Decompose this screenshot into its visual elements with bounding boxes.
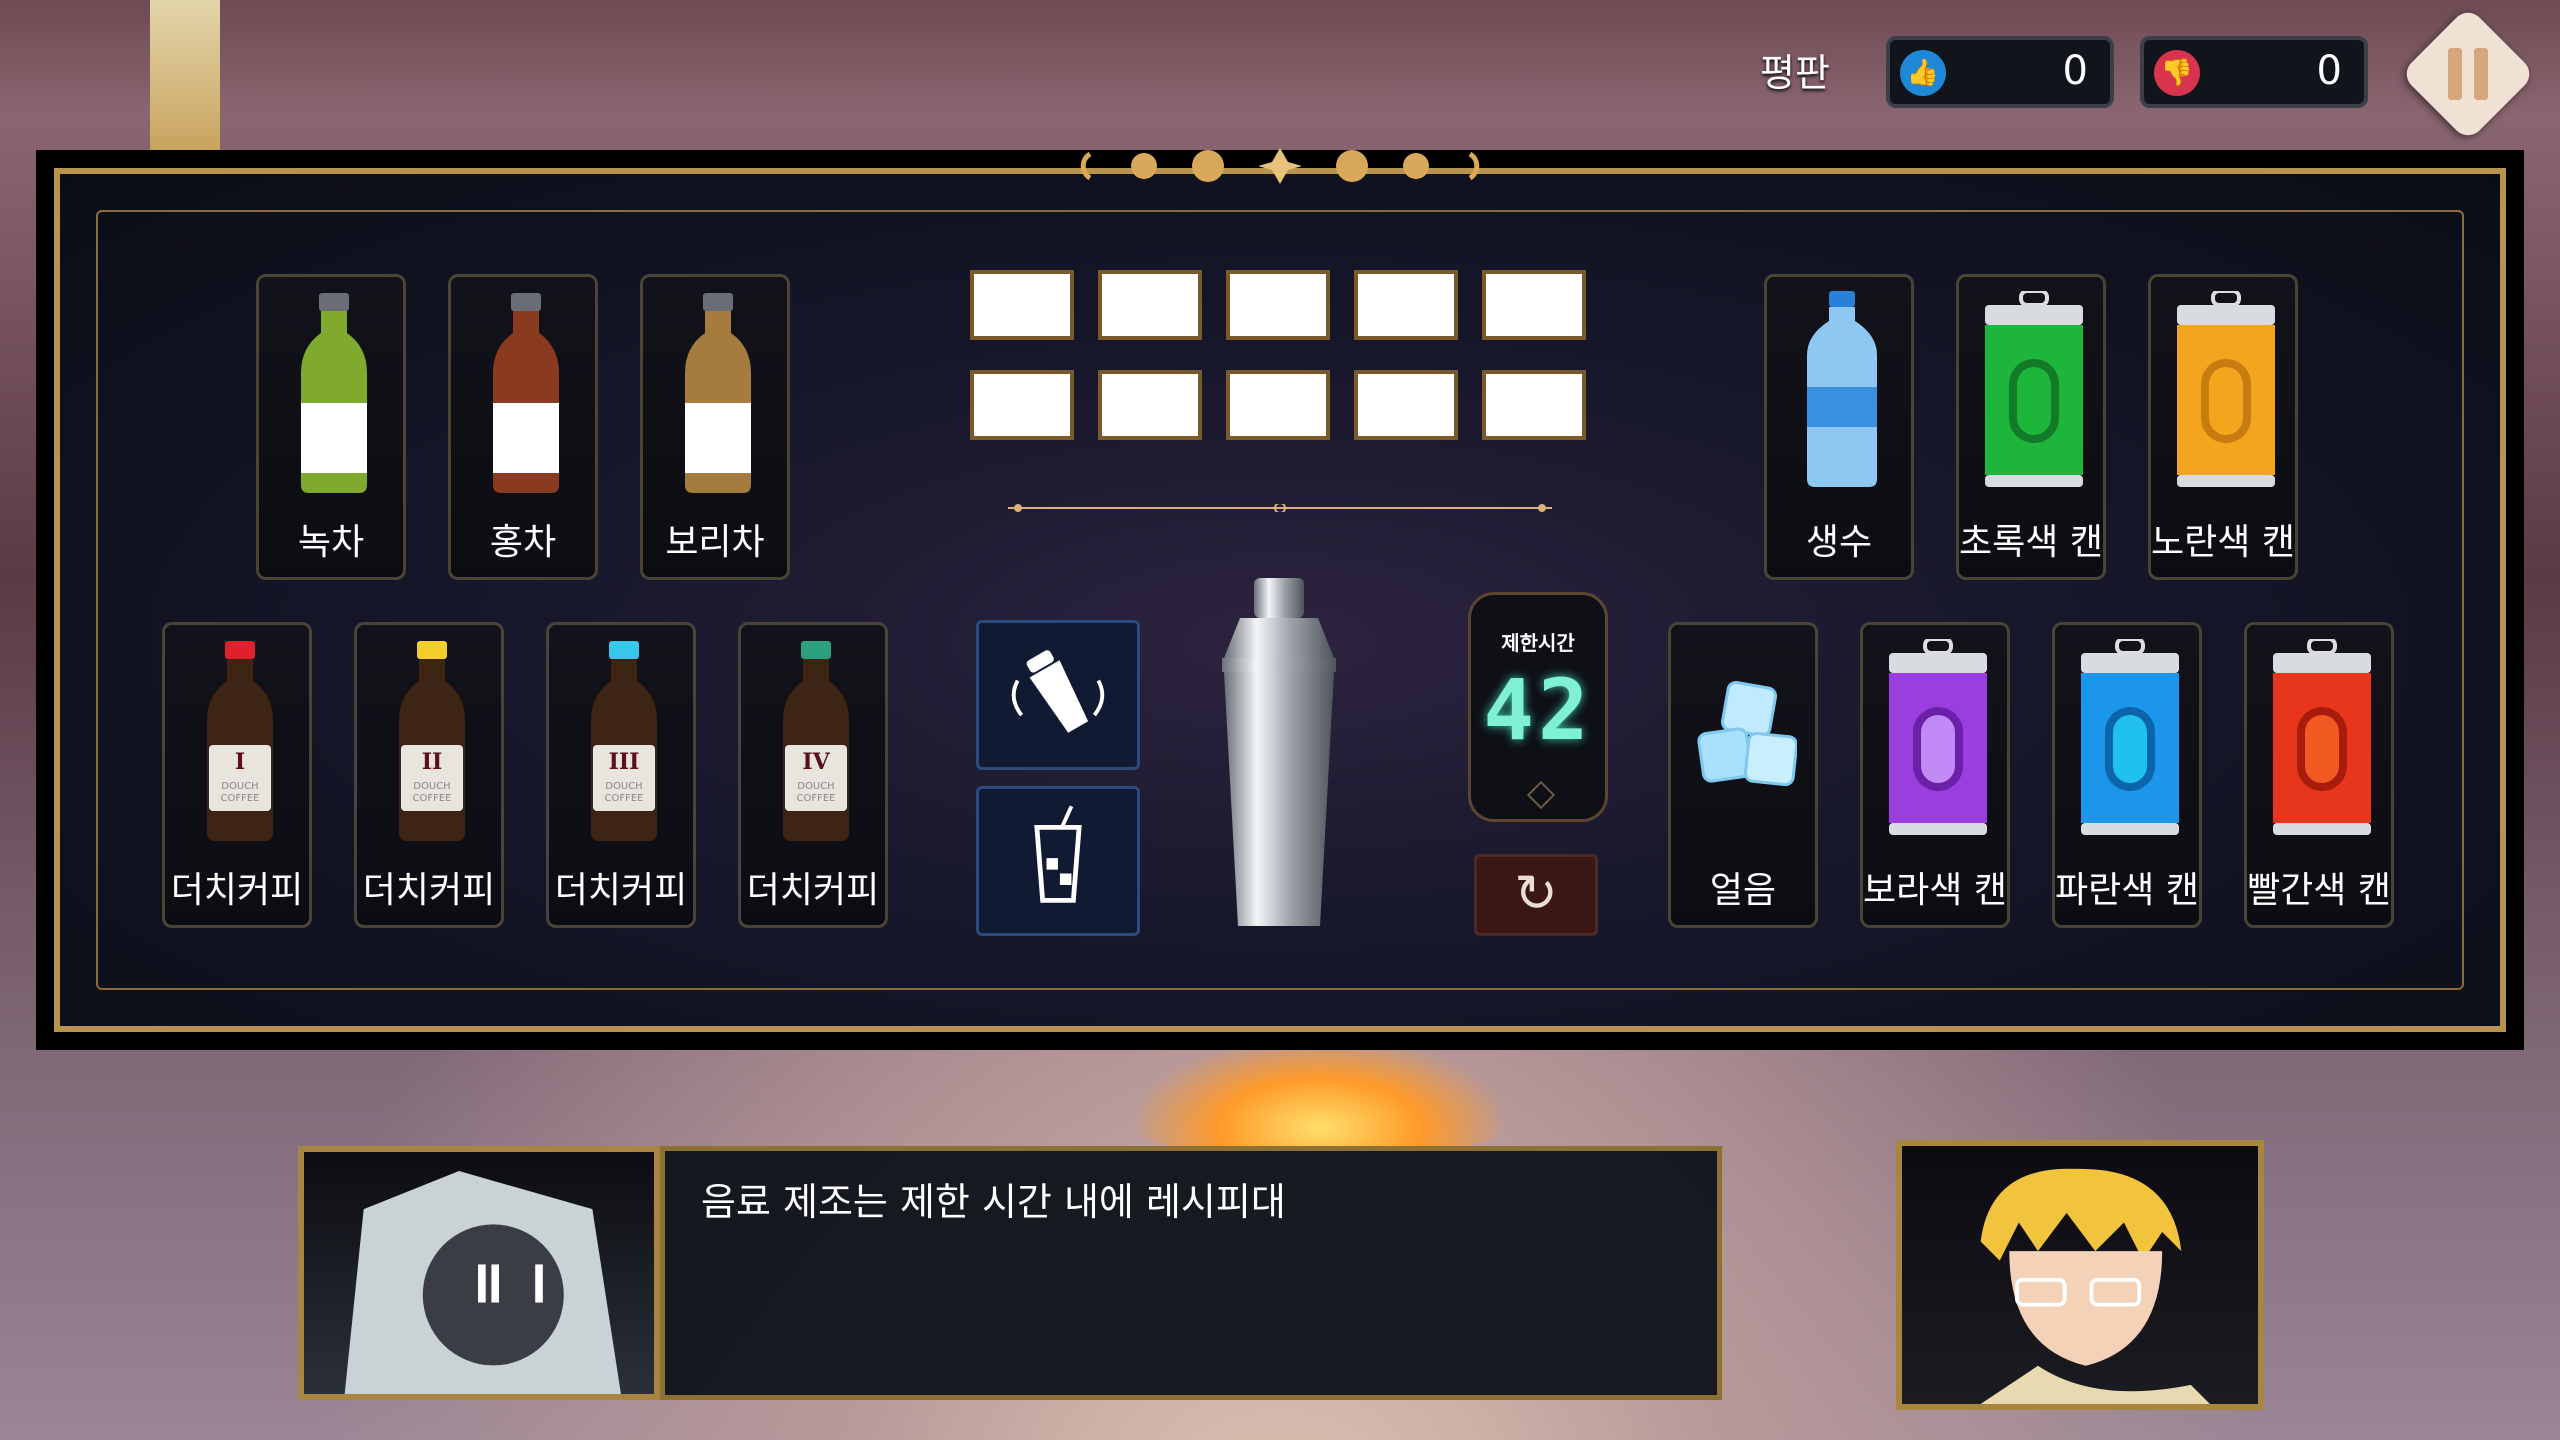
dutch-coffee-bottle-icon: I DOUCH COFFEE (207, 641, 273, 841)
ingredient-ice[interactable]: 얼음 (1668, 622, 1818, 928)
purple-can-icon (1889, 639, 1987, 835)
ingredient-label: 보라색 캔 (1863, 870, 2007, 911)
ingredient-dutch-coffee-2[interactable]: II DOUCH COFFEE 더치커피 (354, 622, 504, 928)
dialog-box[interactable]: 음료 제조는 제한 시간 내에 레시피대 (660, 1146, 1722, 1400)
green-can-icon (1985, 291, 2083, 487)
recipe-slot (970, 370, 1074, 440)
ingredient-label: 더치커피 (554, 870, 688, 911)
ingredient-label: 더치커피 (746, 870, 880, 911)
recipe-slot (1226, 370, 1330, 440)
shake-icon (1011, 650, 1105, 733)
recipe-slot (1354, 370, 1458, 440)
ingredient-black-tea[interactable]: 홍차 (448, 274, 598, 580)
water-bottle-icon (1807, 291, 1877, 487)
dialog-text: 음료 제조는 제한 시간 내에 레시피대 (701, 1180, 1286, 1224)
svg-text:COFFEE: COFFEE (797, 793, 836, 804)
svg-text:COFFEE: COFFEE (413, 793, 452, 804)
robot-avatar (344, 1171, 621, 1394)
dislikes-value: 0 (2316, 48, 2342, 94)
ice-icon (1697, 680, 1797, 787)
ingredient-barley-tea[interactable]: 보리차 (640, 274, 790, 580)
ingredient-red-can[interactable]: 빨간색 캔 (2244, 622, 2394, 928)
timer-panel: 제한시간 42 (1468, 592, 1608, 822)
svg-text:DOUCH: DOUCH (605, 781, 642, 792)
ingredient-dutch-coffee-3[interactable]: III DOUCH COFFEE 더치커피 (546, 622, 696, 928)
ingredient-dutch-coffee-4[interactable]: IV DOUCH COFFEE 더치커피 (738, 622, 888, 928)
speaker-portrait-robot (298, 1146, 660, 1400)
pause-icon[interactable] (2448, 48, 2488, 100)
ingredient-water[interactable]: 생수 (1764, 274, 1914, 580)
ingredient-green-tea[interactable]: 녹차 (256, 274, 406, 580)
ingredient-label: 얼음 (1709, 870, 1777, 911)
ingredient-label: 보리차 (665, 522, 765, 563)
speaker-portrait-customer (1896, 1140, 2264, 1410)
ingredient-dutch-coffee-1[interactable]: I DOUCH COFFEE 더치커피 (162, 622, 312, 928)
barley-tea-bottle-icon (685, 293, 751, 493)
svg-text:III: III (609, 749, 640, 775)
svg-text:DOUCH: DOUCH (221, 781, 258, 792)
ingredient-label: 노란색 캔 (2151, 522, 2295, 563)
ingredient-label: 파란색 캔 (2055, 870, 2199, 911)
svg-text:IV: IV (802, 749, 830, 775)
ingredient-label: 초록색 캔 (1959, 522, 2103, 563)
dislikes-counter: 👎 0 (2140, 36, 2368, 108)
red-can-icon (2273, 639, 2371, 835)
ingredient-label: 더치커피 (170, 870, 304, 911)
dutch-coffee-bottle-icon: II DOUCH COFFEE (399, 641, 465, 841)
likes-counter: 👍 0 (1886, 36, 2114, 108)
dutch-coffee-bottle-icon: III DOUCH COFFEE (591, 641, 657, 841)
svg-text:DOUCH: DOUCH (797, 781, 834, 792)
refresh-icon: ↻ (1514, 864, 1558, 924)
thumbs-down-icon: 👎 (2154, 50, 2200, 96)
ingredient-label: 생수 (1805, 522, 1873, 563)
svg-text:I: I (235, 749, 245, 775)
ingredient-purple-can[interactable]: 보라색 캔 (1860, 622, 2010, 928)
top-ornament (1080, 148, 1480, 184)
reset-button[interactable]: ↻ (1474, 854, 1598, 936)
ingredient-label: 더치커피 (362, 870, 496, 911)
reputation-label: 평판 (1760, 51, 1830, 95)
cup-icon (1034, 805, 1082, 903)
campfire (1140, 1040, 1500, 1150)
svg-text:COFFEE: COFFEE (605, 793, 644, 804)
green-tea-bottle-icon (301, 293, 367, 493)
yellow-can-icon (2177, 291, 2275, 487)
ingredient-label: 홍차 (489, 522, 557, 563)
customer-avatar (1980, 1168, 2210, 1404)
recipe-slot (1482, 370, 1586, 440)
recipe-slot (1226, 270, 1330, 340)
blue-can-icon (2081, 639, 2179, 835)
ingredient-green-can[interactable]: 초록색 캔 (1956, 274, 2106, 580)
recipe-slot (1098, 270, 1202, 340)
svg-text:II: II (422, 749, 443, 775)
ingredient-label: 빨간색 캔 (2247, 870, 2391, 911)
diamond-icon (1526, 780, 1556, 810)
divider-ornament (1008, 504, 1552, 512)
recipe-slot (970, 270, 1074, 340)
shake-button[interactable] (976, 620, 1140, 770)
svg-text:COFFEE: COFFEE (221, 793, 260, 804)
background-light (150, 0, 220, 150)
svg-text:DOUCH: DOUCH (413, 781, 450, 792)
timer-value: 42 (1483, 661, 1593, 759)
likes-value: 0 (2062, 48, 2088, 94)
recipe-slot (1482, 270, 1586, 340)
shaker-icon (1222, 578, 1336, 926)
ingredient-label: 녹차 (297, 522, 365, 563)
serve-button[interactable] (976, 786, 1140, 936)
dutch-coffee-bottle-icon: IV DOUCH COFFEE (783, 641, 849, 841)
black-tea-bottle-icon (493, 293, 559, 493)
recipe-slot (1098, 370, 1202, 440)
ingredient-yellow-can[interactable]: 노란색 캔 (2148, 274, 2298, 580)
thumbs-up-icon: 👍 (1900, 50, 1946, 96)
ingredient-blue-can[interactable]: 파란색 캔 (2052, 622, 2202, 928)
timer-label: 제한시간 (1501, 631, 1575, 655)
recipe-slot (1354, 270, 1458, 340)
